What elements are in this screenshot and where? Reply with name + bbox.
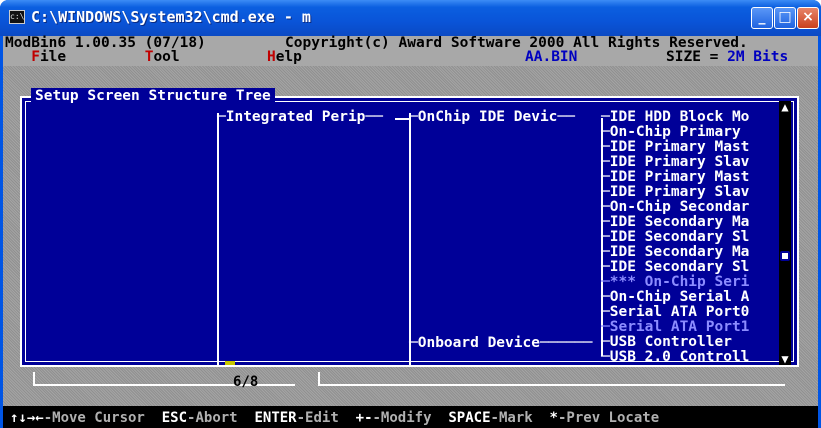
- menu-bar: File Tool Help: [5, 50, 302, 65]
- tree-leaf-item[interactable]: ─IDE Primary Mast: [601, 140, 749, 155]
- page-indicator: 6/8: [33, 370, 785, 392]
- arrow-keys: ↑↓→←: [10, 410, 44, 426]
- window-titlebar[interactable]: c:\ C:\WINDOWS\System32\cmd.exe - m _ □ …: [0, 0, 821, 36]
- tree-leaf-item[interactable]: ─On-Chip Primary: [601, 125, 749, 140]
- tree-leaf-item[interactable]: ─On-Chip Serial A: [601, 290, 749, 305]
- menu-help[interactable]: Help: [267, 49, 302, 65]
- tree-leaf-item[interactable]: ─IDE Secondary Ma: [601, 215, 749, 230]
- tree-leaf-item[interactable]: ─*** On-Chip Seri: [601, 275, 749, 290]
- tree-line-level1: [217, 113, 219, 365]
- tree-leaf-item[interactable]: ─IDE Secondary Ma: [601, 245, 749, 260]
- file-name: AA.BIN: [525, 49, 578, 65]
- tree-leaf-item[interactable]: ─IDE Secondary Sl: [601, 230, 749, 245]
- tree-leaf-item[interactable]: ─IDE Secondary Sl: [601, 260, 749, 275]
- scroll-up-arrow[interactable]: ▲: [779, 101, 791, 113]
- tree-leaf-item[interactable]: ─Serial ATA Port1: [601, 320, 749, 335]
- tree-leaf-item[interactable]: ─Serial ATA Port0: [601, 305, 749, 320]
- key-help: ↑↓→←-Move Cursor ESC-Abort ENTER-Edit +-…: [10, 410, 660, 426]
- tree-leaf-item[interactable]: ─USB 2.0 Controll: [601, 350, 749, 365]
- console-area: ModBin6 1.00.35 (07/18) Copyright(c) Awa…: [3, 36, 818, 428]
- tree-leaf-item[interactable]: ─IDE Primary Slav: [601, 185, 749, 200]
- menu-tool[interactable]: Tool: [145, 49, 180, 65]
- console-icon[interactable]: c:\: [9, 10, 25, 24]
- panel-title: Setup Screen Structure Tree: [31, 88, 275, 104]
- header-bar: ModBin6 1.00.35 (07/18) Copyright(c) Awa…: [3, 36, 818, 66]
- size-info: SIZE = 2M Bits: [666, 49, 789, 65]
- size-value: 2M Bits: [727, 49, 789, 65]
- scroll-thumb[interactable]: [780, 251, 790, 261]
- tree-node-onboard-device[interactable]: ─Onboard Device──────: [409, 336, 592, 351]
- status-bar: ↑↓→←-Move Cursor ESC-Abort ENTER-Edit +-…: [3, 406, 818, 428]
- scrollbar[interactable]: ▲ ▼: [779, 101, 791, 365]
- close-button[interactable]: ×: [797, 7, 819, 29]
- menu-file[interactable]: File: [31, 49, 66, 65]
- tree-leaf-item[interactable]: ─IDE Primary Slav: [601, 155, 749, 170]
- tree-node-onchip-ide[interactable]: ─OnChip IDE Devic──: [409, 110, 575, 125]
- maximize-button[interactable]: □: [774, 7, 796, 29]
- cmd-window: c:\ C:\WINDOWS\System32\cmd.exe - m _ □ …: [0, 0, 821, 428]
- minimize-button[interactable]: _: [751, 7, 773, 29]
- window-title: C:\WINDOWS\System32\cmd.exe - m: [31, 8, 311, 26]
- tree-leaf-item[interactable]: ─On-Chip Secondar: [601, 200, 749, 215]
- tree-line-level2: [409, 113, 411, 365]
- scroll-down-arrow[interactable]: ▼: [779, 353, 791, 365]
- text-cursor: [225, 361, 235, 365]
- tree-leaf-item[interactable]: ─USB Controller: [601, 335, 732, 350]
- selected-node: OnChip IDE Devic: [417, 109, 558, 125]
- page-number: 6/8: [233, 374, 259, 390]
- tree-leaf-item[interactable]: ─IDE Primary Mast: [601, 170, 749, 185]
- tree-node-integrated-peripherals[interactable]: ─Integrated Perip──: [217, 110, 383, 125]
- tree-leaf-item[interactable]: ─IDE HDD Block Mo: [601, 110, 749, 125]
